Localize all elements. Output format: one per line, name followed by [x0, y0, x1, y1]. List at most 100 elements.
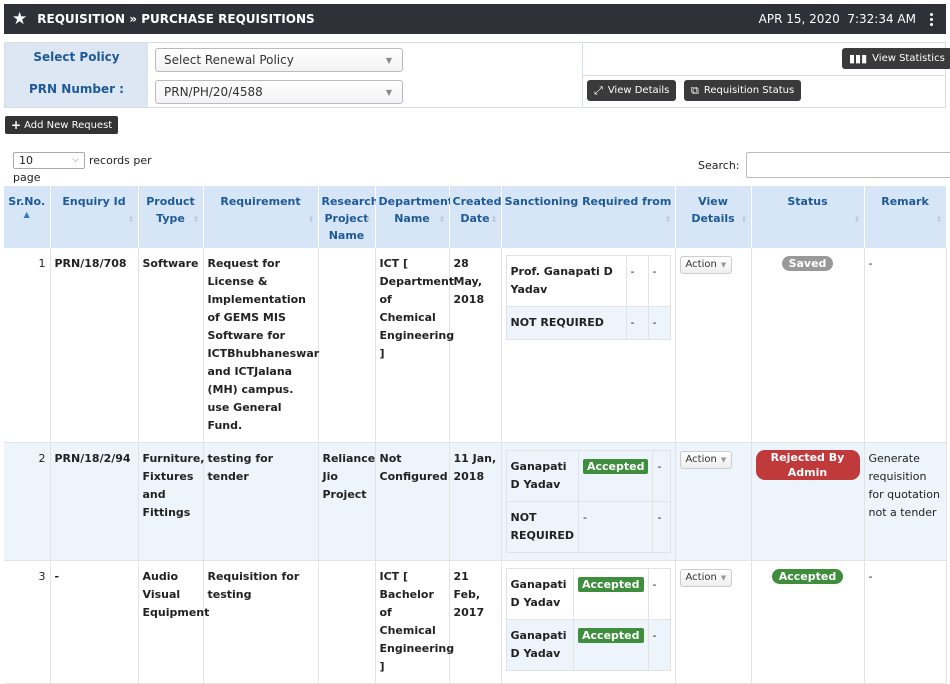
status-badge: Accepted [772, 569, 843, 584]
cell-product: Furniture, Fixtures and Fittings [138, 443, 203, 561]
cell-sr: 2 [4, 443, 50, 561]
kebab-menu-icon[interactable] [924, 13, 938, 26]
sort-icon: ⇕ [193, 211, 200, 228]
sanction-status: - [626, 307, 648, 340]
search-label: Search: [698, 159, 740, 172]
sort-icon: ⇕ [665, 211, 672, 228]
add-new-request-button[interactable]: + Add New Request [5, 116, 118, 134]
col-status[interactable]: Status⇕ [751, 186, 864, 248]
chevron-down-icon: ▼ [721, 261, 726, 269]
sanction-status: Accepted [574, 569, 648, 620]
col-view-details[interactable]: View Details⇕ [675, 186, 751, 248]
cell-department: ICT [ Department of Chemical Engineering… [375, 248, 449, 443]
action-dropdown[interactable]: Action▼ [680, 569, 733, 587]
page-label: page [13, 171, 40, 184]
accepted-label: Accepted [578, 577, 643, 592]
cell-enquiry: PRN/18/2/94 [50, 443, 138, 561]
action-dropdown[interactable]: Action▼ [680, 256, 733, 274]
sort-asc-icon: ▲ [7, 210, 47, 220]
datetime: APR 15, 2020 7:32:34 AM [759, 12, 916, 26]
cell-remark: Generate requisition for quotation not a… [864, 443, 946, 561]
status-badge: Rejected By Admin [756, 450, 860, 480]
sanctioner-name: Ganapati D Yadav [506, 569, 574, 620]
sanction-row: Prof. Ganapati D Yadav - - [506, 256, 670, 307]
cell-enquiry: PRN/18/708 [50, 248, 138, 443]
cell-status: Accepted [751, 561, 864, 684]
page-length-select[interactable]: 10 ⌵ [13, 152, 85, 169]
page-header: ★ REQUISITION » PURCHASE REQUISITIONS AP… [4, 4, 946, 34]
cell-sr: 1 [4, 248, 50, 443]
chevron-down-icon: ▼ [721, 574, 726, 582]
table-row: 1 PRN/18/708 Software Request for Licens… [4, 248, 946, 443]
col-requirement[interactable]: Requirement⇕ [203, 186, 318, 248]
col-research-project[interactable]: Research Project Name⇕ [318, 186, 375, 248]
sanction-extra: - [648, 307, 670, 340]
bar-chart-icon: ▮▮▮ [849, 52, 867, 65]
search-input[interactable] [746, 152, 950, 178]
sort-icon: ⇕ [308, 211, 315, 228]
cell-created: 28 May, 2018 [449, 248, 501, 443]
sanctioner-name: NOT REQUIRED [506, 307, 626, 340]
cell-status: Saved [751, 248, 864, 443]
sanction-row: NOT REQUIRED - - [506, 502, 670, 553]
chevron-down-icon: ⌵ [72, 155, 79, 165]
sanctioner-name: NOT REQUIRED [506, 502, 578, 553]
policy-select[interactable]: Select Renewal Policy ▼ [155, 48, 403, 72]
divider [582, 75, 945, 76]
sort-icon: ⇕ [741, 211, 748, 228]
expand-icon: ⤢ [594, 84, 603, 98]
sanctioner-name: Ganapati D Yadav [506, 620, 574, 671]
accepted-label: Accepted [583, 459, 648, 474]
sort-icon: ⇕ [439, 211, 446, 228]
col-enquiry-id[interactable]: Enquiry Id⇕ [50, 186, 138, 248]
cell-enquiry: - [50, 561, 138, 684]
cell-view: Action▼ [675, 443, 751, 561]
sanction-row: Ganapati D Yadav Accepted - [506, 569, 670, 620]
cell-project [318, 561, 375, 684]
view-details-button[interactable]: ⤢ View Details [587, 80, 676, 101]
plus-icon: + [11, 118, 21, 132]
cell-created: 11 Jan, 2018 [449, 443, 501, 561]
col-department[interactable]: Department Name⇕ [375, 186, 449, 248]
cell-remark: - [864, 248, 946, 443]
sanction-extra: - [653, 451, 670, 502]
view-statistics-button[interactable]: ▮▮▮ View Statistics [842, 48, 950, 69]
col-product-type[interactable]: Product Type⇕ [138, 186, 203, 248]
sort-icon: ⇕ [854, 211, 861, 228]
sanctioner-name: Prof. Ganapati D Yadav [506, 256, 626, 307]
chevron-down-icon: ▼ [721, 456, 726, 464]
cell-product: Audio Visual Equipment [138, 561, 203, 684]
sanction-list: Prof. Ganapati D Yadav - - NOT REQUIRED … [506, 255, 671, 340]
search-control: Search: [698, 152, 950, 178]
sanction-status: Accepted [578, 451, 652, 502]
action-dropdown[interactable]: Action▼ [680, 451, 733, 469]
cell-status: Rejected By Admin [751, 443, 864, 561]
sort-icon: ⇕ [365, 211, 372, 228]
cell-product: Software [138, 248, 203, 443]
sanction-status: - [626, 256, 648, 307]
sanction-list: Ganapati D Yadav Accepted - Ganapati D Y… [506, 568, 671, 671]
col-remark[interactable]: Remark⇕ [864, 186, 946, 248]
status-badge: Saved [782, 256, 834, 271]
col-sanctioning[interactable]: Sanctioning Required from⇕ [501, 186, 675, 248]
cell-sanction: Prof. Ganapati D Yadav - - NOT REQUIRED … [501, 248, 675, 443]
cell-requirement: testing for tender [203, 443, 318, 561]
col-srno[interactable]: Sr.No.▲ [4, 186, 50, 248]
cell-sr: 3 [4, 561, 50, 684]
sanction-extra: - [653, 502, 670, 553]
cell-department: ICT [ Bachelor of Chemical Engineering ] [375, 561, 449, 684]
page-length-control: 10 ⌵ records per [13, 152, 152, 169]
cell-project [318, 248, 375, 443]
sanction-status: - [578, 502, 652, 553]
table-row: 2 PRN/18/2/94 Furniture, Fixtures and Fi… [4, 443, 946, 561]
prn-select[interactable]: PRN/PH/20/4588 ▼ [155, 80, 403, 104]
col-created-date[interactable]: Created Date⇕ [449, 186, 501, 248]
sanction-row: Ganapati D Yadav Accepted - [506, 620, 670, 671]
prn-label: PRN Number : [5, 75, 148, 107]
table-header-row: Sr.No.▲ Enquiry Id⇕ Product Type⇕ Requir… [4, 186, 946, 248]
sanction-status: Accepted [574, 620, 648, 671]
requisitions-table: Sr.No.▲ Enquiry Id⇕ Product Type⇕ Requir… [4, 186, 947, 684]
requisition-status-button[interactable]: ⧉ Requisition Status [684, 80, 801, 101]
star-icon: ★ [12, 11, 27, 28]
sanction-row: NOT REQUIRED - - [506, 307, 670, 340]
